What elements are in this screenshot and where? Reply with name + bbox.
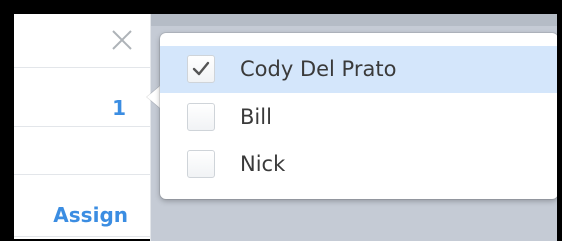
frame-border-right: [557, 0, 562, 241]
overlay-header-bar: [151, 14, 557, 26]
close-icon[interactable]: [111, 29, 133, 51]
assignee-checkbox[interactable]: [187, 103, 215, 131]
assignee-checkbox[interactable]: [187, 55, 215, 83]
assignee-name: Cody Del Prato: [240, 57, 397, 81]
task-detail-panel: 1 Assign: [14, 14, 151, 241]
assignee-option-cody[interactable]: Cody Del Prato: [160, 46, 558, 93]
assignee-option-bill[interactable]: Bill: [160, 94, 558, 141]
assignee-popover: Cody Del Prato Bill Nick: [160, 33, 558, 199]
assignee-checkbox[interactable]: [187, 150, 215, 178]
frame-border-top: [0, 0, 562, 14]
screenshot-frame: 1 Assign Cody Del Prato Bill Nick: [0, 0, 562, 241]
assignee-name: Bill: [240, 105, 272, 129]
row-divider: [14, 67, 150, 68]
assignee-option-nick[interactable]: Nick: [160, 141, 558, 188]
assign-link[interactable]: Assign: [53, 205, 128, 225]
assignee-name: Nick: [240, 152, 286, 176]
checkmark-icon: [192, 61, 210, 76]
row-divider: [14, 236, 150, 237]
row-divider: [14, 174, 150, 175]
assignee-count-link[interactable]: 1: [112, 98, 126, 118]
frame-border-left: [0, 0, 14, 241]
row-divider: [14, 126, 150, 127]
popover-arrow: [147, 86, 160, 108]
